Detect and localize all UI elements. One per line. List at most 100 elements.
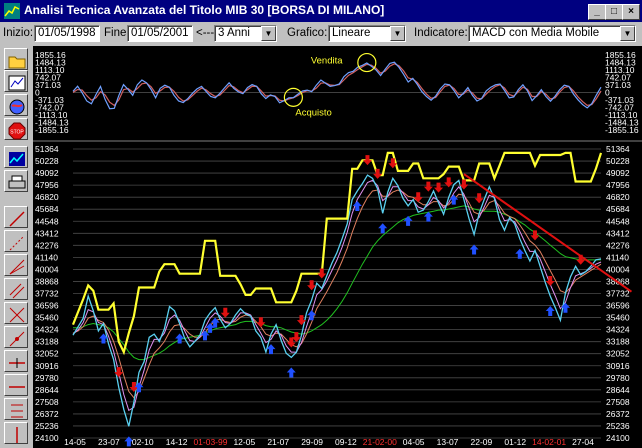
price-tick-left: 35460 (35, 313, 59, 323)
indicator-label: Indicatore: (414, 27, 468, 39)
chart-canvas[interactable]: 1855.16 1855.161484.13 1484.131113.10 1113.… (33, 46, 642, 448)
buy-arrow-icon (286, 367, 296, 378)
globe-icon (9, 99, 25, 115)
close-button[interactable]: × (622, 4, 640, 20)
maximize-button[interactable]: □ (605, 4, 623, 20)
diagonal-tool-icon (9, 331, 25, 347)
x-axis-tick-label: 04-05 (403, 437, 425, 447)
sell-arrow-icon (317, 268, 327, 279)
x-axis-tick-label: 23-07 (98, 437, 120, 447)
open-folder-icon (8, 56, 26, 69)
sell-arrow-icon (373, 168, 383, 179)
start-date-input[interactable]: 01/05/1998 (34, 25, 100, 42)
price-tick-right: 26372 (606, 409, 630, 419)
sell-arrow-icon (474, 193, 484, 204)
trendline-tool-icon (9, 211, 25, 227)
price-tick-left: 43412 (35, 228, 59, 238)
x-axis-tick-label: 21-07 (267, 437, 289, 447)
diagonal-tool-button[interactable] (4, 326, 28, 348)
price-tick-left: 41140 (35, 252, 58, 262)
price-tick-right: 40004 (606, 264, 630, 274)
app-logo-icon (4, 3, 20, 19)
buy-arrow-icon (545, 305, 555, 316)
chart-type-select[interactable]: Lineare ▼ (328, 25, 406, 42)
price-tick-right: 49092 (606, 168, 630, 178)
level-tool-button[interactable] (4, 374, 28, 396)
buy-arrow-icon (378, 223, 388, 234)
price-tick-left: 25236 (35, 421, 59, 431)
svg-text:STOP: STOP (10, 130, 24, 136)
dotted-line-tool-icon (9, 235, 25, 251)
level-tool-icon (9, 386, 25, 388)
x-axis-tick-label: 14-12 (166, 437, 188, 447)
signal-annotation-label: Acquisto (295, 107, 331, 118)
cross-tool-button[interactable] (4, 302, 28, 324)
x-axis-tick-label: 29-09 (301, 437, 323, 447)
minimize-button[interactable]: _ (588, 4, 606, 20)
period-select-value: 3 Anni (218, 27, 250, 39)
x-axis-tick-label: 09-12 (335, 437, 357, 447)
vertical-line-tool-button[interactable] (4, 422, 28, 444)
price-tick-right: 50228 (606, 156, 630, 166)
chevron-down-icon[interactable]: ▼ (620, 26, 635, 41)
price-tick-left: 40004 (35, 264, 59, 274)
horizontal-line-tool-button[interactable] (4, 350, 28, 372)
price-tick-left: 47956 (35, 180, 59, 190)
sell-arrow-icon (413, 192, 423, 203)
parallel-lines-tool-icon (9, 283, 25, 299)
x-axis-tick-label: 22-09 (471, 437, 493, 447)
globe-button[interactable] (4, 94, 28, 116)
end-date-input[interactable]: 01/05/2001 (127, 25, 193, 42)
price-tick-left: 34324 (35, 325, 59, 335)
chevron-down-icon[interactable]: ▼ (261, 26, 276, 41)
line-chart-button[interactable] (4, 146, 28, 168)
chevron-down-icon[interactable]: ▼ (390, 26, 405, 41)
tool-palette: STOP (0, 46, 32, 448)
price-tick-left: 51364 (35, 144, 59, 154)
end-date-label: Fine: (104, 27, 130, 39)
chart-edit-button[interactable] (4, 70, 28, 92)
trendline-tool-button[interactable] (4, 206, 28, 228)
price-tick-right: 27508 (606, 397, 630, 407)
printer-button[interactable] (4, 170, 28, 192)
x-axis-tick-label: 21-02-00 (363, 437, 397, 447)
buy-arrow-icon (307, 310, 317, 321)
signal-annotation-label: Vendita (311, 56, 343, 67)
fibonacci-tool-button[interactable] (4, 398, 28, 420)
price-tick-right: 45684 (606, 204, 630, 214)
x-axis-tick-label: 14-05 (64, 437, 86, 447)
stop-icon: STOP (8, 122, 26, 140)
stop-button[interactable]: STOP (4, 118, 28, 140)
x-axis-tick-label: 02-10 (132, 437, 154, 447)
fibonacci-tool-icon (11, 404, 23, 418)
price-tick-left: 37732 (35, 289, 59, 299)
parallel-lines-tool-button[interactable] (4, 278, 28, 300)
period-select[interactable]: 3 Anni ▼ (214, 25, 277, 42)
sell-arrow-icon (256, 317, 266, 328)
x-axis-tick-label: 01-03-99 (193, 437, 227, 447)
price-tick-right: 25236 (606, 421, 630, 431)
price-tick-left: 46820 (35, 192, 59, 202)
price-tick-right: 29780 (606, 373, 630, 383)
price-tick-right: 28644 (606, 385, 630, 395)
sell-arrow-icon (576, 254, 586, 265)
printer-icon (8, 175, 26, 189)
price-tick-right: 34324 (606, 325, 630, 335)
price-tick-right: 46820 (606, 192, 630, 202)
sell-arrow-icon (362, 155, 372, 166)
price-tick-right: 37732 (606, 289, 630, 299)
price-tick-right: 47956 (606, 180, 630, 190)
app-window: Analisi Tecnica Avanzata del Titolo MIB … (0, 0, 642, 448)
fan-line-tool-button[interactable] (4, 254, 28, 276)
price-tick-left: 28644 (35, 385, 59, 395)
price-tick-right: 51364 (606, 144, 630, 154)
window-title: Analisi Tecnica Avanzata del Titolo MIB … (24, 3, 385, 17)
chart-area[interactable]: 1855.16 1855.16 1484.13 1484.13 1113.10 1113.… (33, 46, 642, 448)
x-axis-tick-label: 14-02-01 (532, 437, 566, 447)
buy-arrow-icon (403, 215, 413, 226)
x-axis-tick-label: 12-05 (233, 437, 255, 447)
indicator-select[interactable]: MACD con Media Mobile ▼ (468, 25, 636, 42)
price-tick-left: 27508 (35, 397, 59, 407)
dotted-line-tool-button[interactable] (4, 230, 28, 252)
open-folder-button[interactable] (4, 48, 28, 70)
